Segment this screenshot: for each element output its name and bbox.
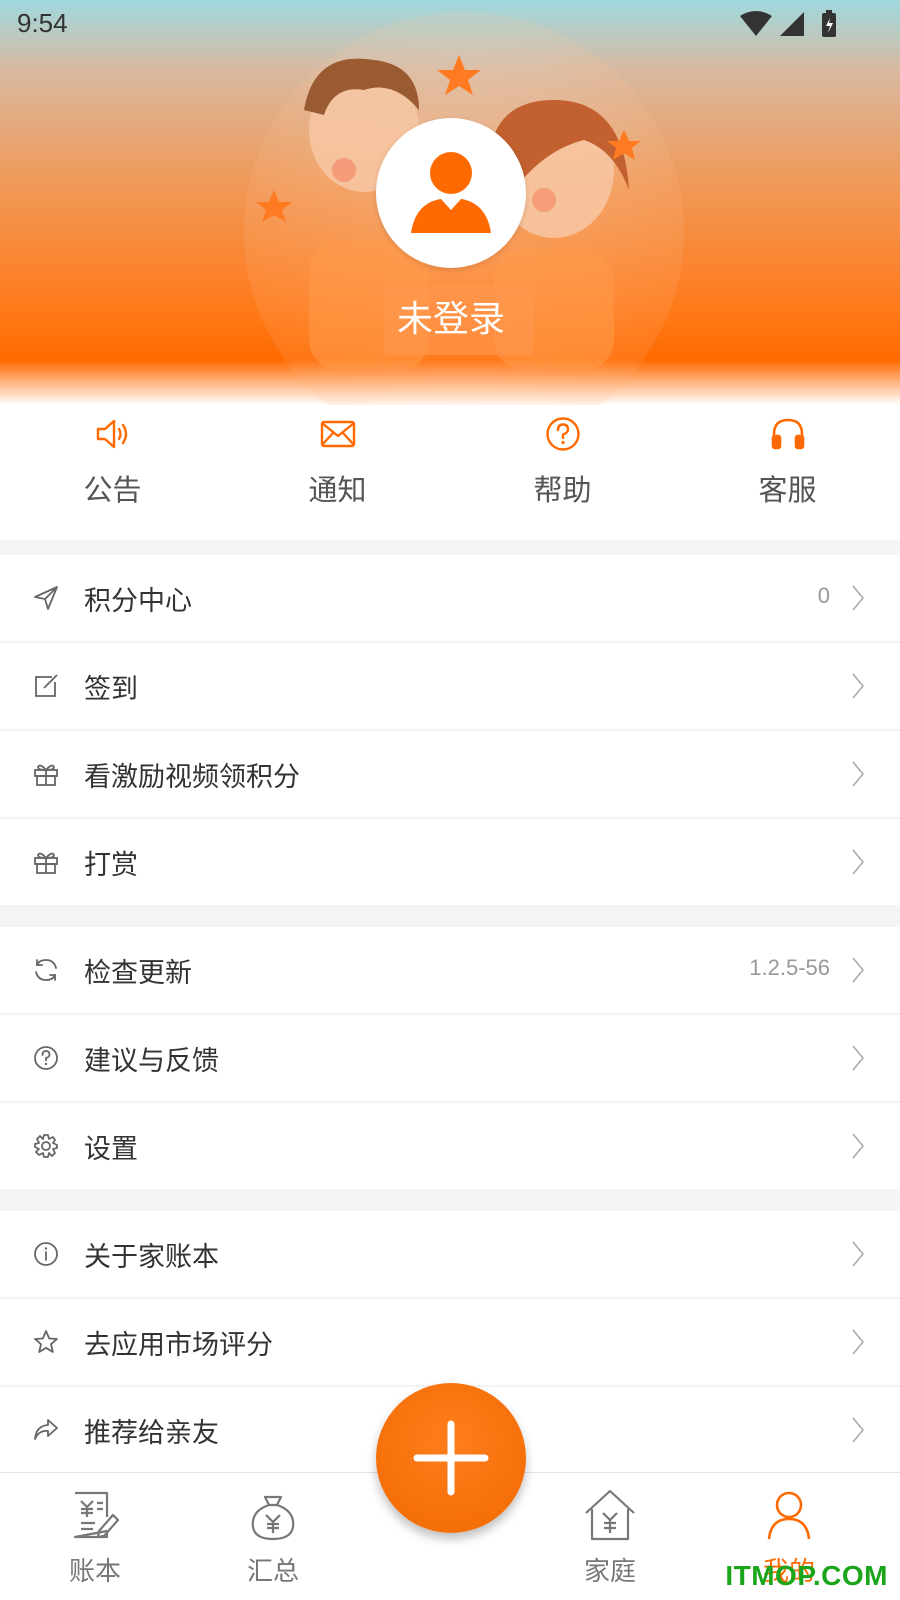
avatar[interactable] — [376, 118, 526, 268]
announcement-button[interactable]: 公告 — [0, 405, 225, 540]
status-icons — [740, 10, 836, 37]
customer-service-button[interactable]: 客服 — [675, 405, 900, 540]
tab-summary-label: 汇总 — [246, 1557, 299, 1587]
menu-label: 积分中心 — [84, 586, 192, 617]
version-value: 1.2.5-56 — [749, 955, 830, 980]
chevron-right-icon — [852, 1329, 865, 1355]
gear-icon — [34, 1134, 58, 1158]
status-bar: 9:54 — [0, 0, 900, 50]
chevron-right-icon — [852, 585, 865, 611]
chevron-right-icon — [852, 1241, 865, 1267]
help-label: 帮助 — [533, 473, 592, 507]
quick-actions: 公告 通知 帮助 客服 — [0, 405, 900, 540]
profile-header: 9:54 未登录 — [0, 0, 900, 405]
chevron-right-icon — [852, 849, 865, 875]
menu-label: 建议与反馈 — [84, 1046, 219, 1077]
edit-icon — [35, 674, 58, 697]
status-time: 9:54 — [17, 8, 68, 38]
menu-item-points-center[interactable]: 积分中心 0 — [0, 555, 900, 641]
user-avatar-icon — [411, 152, 491, 233]
menu-item-rate[interactable]: 去应用市场评分 — [0, 1299, 900, 1385]
menu-label: 推荐给亲友 — [84, 1418, 219, 1449]
signal-icon — [780, 12, 804, 36]
login-status-text[interactable]: 未登录 — [300, 290, 602, 342]
menu-item-checkin[interactable]: 签到 — [0, 643, 900, 729]
announcement-label: 公告 — [83, 473, 142, 507]
plus-icon — [413, 1420, 489, 1496]
notification-button[interactable]: 通知 — [225, 405, 450, 540]
watermark: ITMOP.COM — [725, 1560, 888, 1591]
menu-label: 签到 — [84, 674, 138, 705]
mail-icon — [320, 420, 356, 448]
menu-item-check-update[interactable]: 检查更新 1.2.5-56 — [0, 927, 900, 1013]
house-icon — [585, 1489, 635, 1541]
menu-label: 去应用市场评分 — [84, 1330, 273, 1361]
menu-item-tip[interactable]: 打赏 — [0, 819, 900, 905]
menu-item-reward-video[interactable]: 看激励视频领积分 — [0, 731, 900, 817]
menu-label: 看激励视频领积分 — [84, 762, 300, 793]
refresh-icon — [35, 959, 57, 981]
menu-label: 打赏 — [84, 850, 138, 881]
chevron-right-icon — [852, 1417, 865, 1443]
gift-icon — [34, 764, 58, 786]
menu-item-settings[interactable]: 设置 — [0, 1103, 900, 1189]
chevron-right-icon — [852, 957, 865, 983]
star-icon — [34, 1330, 58, 1353]
menu-label: 关于家账本 — [84, 1242, 219, 1273]
money-bag-icon — [251, 1495, 295, 1541]
tab-family[interactable]: 家庭 — [530, 1473, 690, 1600]
gift-icon — [34, 852, 58, 874]
chevron-right-icon — [852, 673, 865, 699]
ledger-icon — [73, 1491, 120, 1539]
tab-family-label: 家庭 — [583, 1557, 636, 1587]
send-icon — [34, 586, 58, 610]
points-value: 0 — [817, 583, 830, 608]
help-button[interactable]: 帮助 — [450, 405, 675, 540]
tab-ledger-label: 账本 — [68, 1557, 121, 1587]
menu-item-about[interactable]: 关于家账本 — [0, 1211, 900, 1297]
tab-ledger[interactable]: 账本 — [15, 1473, 175, 1600]
chevron-right-icon — [852, 1045, 865, 1071]
chevron-right-icon — [852, 1133, 865, 1159]
person-icon — [767, 1491, 811, 1540]
chevron-right-icon — [852, 761, 865, 787]
help-icon — [546, 417, 580, 451]
notification-label: 通知 — [308, 473, 367, 507]
add-record-button[interactable] — [376, 1383, 526, 1533]
wifi-icon — [740, 11, 772, 36]
headset-icon — [771, 418, 805, 450]
tab-summary[interactable]: 汇总 — [193, 1473, 353, 1600]
customer-service-label: 客服 — [758, 473, 817, 507]
menu-item-feedback[interactable]: 建议与反馈 — [0, 1015, 900, 1101]
info-icon — [34, 1242, 58, 1266]
question-icon — [34, 1046, 58, 1070]
menu-label: 检查更新 — [84, 958, 192, 989]
menu-label: 设置 — [84, 1134, 138, 1165]
share-icon — [34, 1419, 58, 1440]
speaker-icon — [96, 419, 128, 449]
